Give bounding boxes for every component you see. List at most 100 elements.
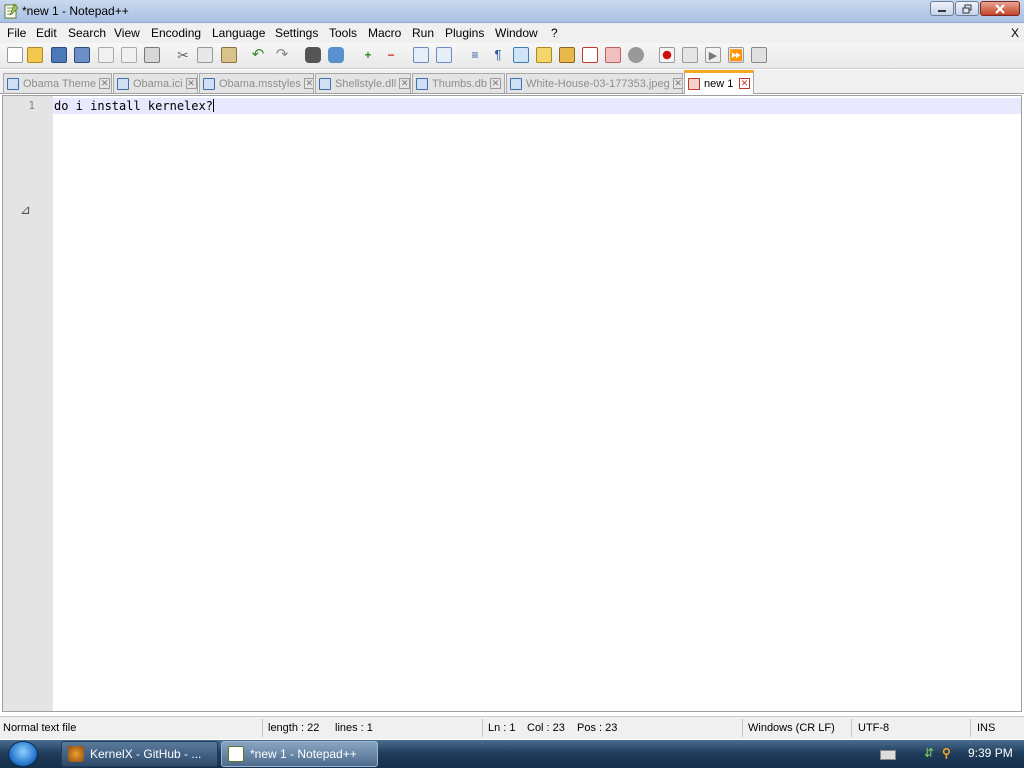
status-divider — [970, 719, 971, 737]
status-encoding: UTF-8 — [858, 722, 890, 734]
stop-recording-icon[interactable] — [682, 47, 698, 63]
find-icon[interactable] — [305, 47, 321, 63]
doc-map-icon[interactable] — [559, 47, 575, 63]
status-col: Col : 23 — [527, 722, 565, 734]
tab-label: new 1 — [704, 77, 734, 90]
new-file-icon[interactable] — [7, 47, 23, 63]
unsaved-document-icon — [688, 77, 700, 90]
editor-text[interactable]: do i install kernelex? — [54, 99, 214, 113]
zoom-out-icon[interactable]: − — [383, 47, 399, 63]
menu-bar: File Edit Search View Encoding Language … — [0, 23, 1024, 43]
menu-file[interactable]: File — [7, 26, 26, 40]
editor-line: do i install kernelex? — [54, 99, 213, 113]
tab-close-icon[interactable]: ✕ — [490, 78, 502, 89]
tab-label: Thumbs.db — [432, 77, 488, 90]
taskbar-item-notepad[interactable]: *new 1 - Notepad++ — [221, 741, 378, 767]
menu-help[interactable]: ? — [551, 26, 558, 40]
paste-icon[interactable] — [221, 47, 237, 63]
menu-run[interactable]: Run — [412, 26, 434, 40]
editor-area[interactable]: 1 do i install kernelex? ⊿ — [2, 95, 1022, 712]
save-icon[interactable] — [51, 47, 67, 63]
sync-vertical-icon[interactable] — [413, 47, 429, 63]
print-icon[interactable] — [144, 47, 160, 63]
document-icon — [203, 77, 215, 90]
open-file-icon[interactable] — [27, 47, 43, 63]
taskbar-item-kernelx-github[interactable]: KernelX - GitHub - ... — [61, 741, 218, 767]
folder-workspace-icon[interactable] — [605, 47, 621, 63]
status-filetype: Normal text file — [3, 722, 77, 734]
close-document-button[interactable]: X — [1011, 26, 1019, 40]
start-button[interactable] — [8, 741, 38, 767]
menu-window[interactable]: Window — [495, 26, 538, 40]
taskbar-item-label: KernelX - GitHub - ... — [90, 747, 202, 761]
line-number: 1 — [28, 99, 35, 112]
redo-icon[interactable]: ↷ — [274, 47, 290, 63]
indent-guide-icon[interactable] — [513, 47, 529, 63]
restore-button[interactable] — [955, 1, 979, 16]
minimize-icon — [938, 9, 946, 12]
play-macro-icon[interactable]: ▶ — [705, 47, 721, 63]
menu-settings[interactable]: Settings — [275, 26, 318, 40]
tab-close-icon[interactable]: ✕ — [303, 78, 313, 89]
minimize-button[interactable] — [930, 1, 954, 16]
zoom-in-icon[interactable]: + — [360, 47, 376, 63]
menu-encoding[interactable]: Encoding — [151, 26, 201, 40]
tab-obama-theme[interactable]: Obama Theme ✕ — [3, 73, 112, 93]
record-macro-icon[interactable] — [659, 47, 675, 63]
function-list-icon[interactable] — [582, 47, 598, 63]
notepad-plus-plus-icon — [228, 746, 244, 762]
save-macro-icon[interactable] — [751, 47, 767, 63]
status-pos: Pos : 23 — [577, 722, 618, 734]
taskbar: KernelX - GitHub - ... *new 1 - Notepad+… — [0, 740, 1024, 768]
menu-search[interactable]: Search — [68, 26, 106, 40]
tab-close-icon[interactable]: ✕ — [739, 78, 750, 89]
taskbar-item-label: *new 1 - Notepad++ — [250, 747, 357, 761]
notepad-plus-plus-icon — [4, 3, 19, 19]
status-bar: Normal text file length : 22 lines : 1 L… — [0, 716, 1024, 739]
menu-tools[interactable]: Tools — [329, 26, 357, 40]
tab-label: Obama.ici — [133, 77, 183, 90]
undo-icon[interactable]: ↶ — [250, 47, 266, 63]
menu-edit[interactable]: Edit — [36, 26, 57, 40]
word-wrap-icon[interactable]: ≡ — [467, 47, 483, 63]
tab-obama-ici[interactable]: Obama.ici ✕ — [113, 73, 198, 93]
close-all-icon[interactable] — [121, 47, 137, 63]
tab-close-icon[interactable]: ✕ — [399, 78, 410, 89]
browser-icon — [68, 746, 84, 762]
user-language-icon[interactable] — [536, 47, 552, 63]
tab-white-house-jpeg[interactable]: White-House-03-177353.jpeg ✕ — [506, 73, 683, 93]
run-macro-multiple-icon[interactable]: ⏩ — [728, 47, 744, 63]
tab-new-1[interactable]: new 1 ✕ — [684, 70, 754, 94]
tab-obama-msstyles[interactable]: Obama.msstyles ✕ — [199, 73, 314, 93]
title-bar: *new 1 - Notepad++ — [0, 0, 1024, 23]
menu-view[interactable]: View — [114, 26, 140, 40]
tab-thumbs-db[interactable]: Thumbs.db ✕ — [412, 73, 505, 93]
status-lines: lines : 1 — [335, 722, 373, 734]
cut-icon[interactable]: ✂ — [175, 47, 191, 63]
tab-shellstyle-dll[interactable]: Shellstyle.dll ✕ — [315, 73, 411, 93]
copy-icon[interactable] — [197, 47, 213, 63]
document-icon — [319, 77, 331, 90]
network-icon[interactable]: ⇵ — [924, 746, 934, 760]
menu-plugins[interactable]: Plugins — [445, 26, 484, 40]
close-file-icon[interactable] — [98, 47, 114, 63]
status-length: length : 22 — [268, 722, 320, 734]
menu-language[interactable]: Language — [212, 26, 265, 40]
document-icon — [416, 77, 428, 90]
show-all-chars-icon[interactable]: ¶ — [490, 47, 506, 63]
close-icon — [995, 3, 1005, 14]
tab-close-icon[interactable]: ✕ — [99, 78, 111, 89]
clock[interactable]: 9:39 PM — [968, 746, 1013, 760]
save-all-icon[interactable] — [74, 47, 90, 63]
search-icon[interactable]: ⚲ — [942, 746, 951, 760]
monitoring-icon[interactable] — [628, 47, 644, 63]
tab-close-icon[interactable]: ✕ — [185, 78, 197, 89]
keyboard-icon[interactable] — [880, 750, 896, 760]
sync-horizontal-icon[interactable] — [436, 47, 452, 63]
tab-close-icon[interactable]: ✕ — [672, 78, 682, 89]
close-window-button[interactable] — [980, 1, 1020, 16]
replace-icon[interactable] — [328, 47, 344, 63]
toolbar: ✂ ↶ ↷ + − ≡ ¶ ▶ ⏩ — [0, 43, 1024, 69]
menu-macro[interactable]: Macro — [368, 26, 401, 40]
window-title: *new 1 - Notepad++ — [22, 4, 129, 18]
